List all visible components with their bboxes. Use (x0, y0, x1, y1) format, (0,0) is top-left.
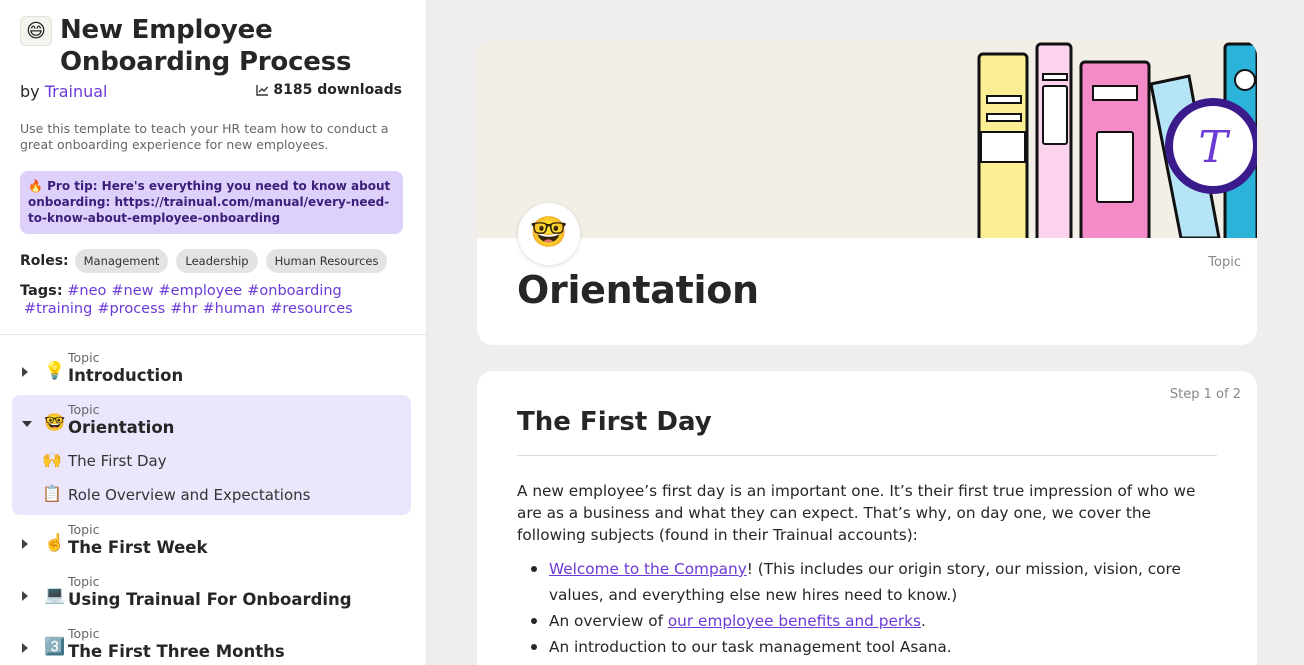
svg-text:T: T (1198, 122, 1231, 173)
list-item: An overview of our employee benefits and… (517, 608, 1217, 634)
step-item-first-day[interactable]: 🙌 The First Day (42, 445, 402, 475)
nerd-face-icon: 🤓 (44, 413, 66, 433)
tag-link[interactable]: #onboarding (247, 283, 342, 299)
tag-link[interactable]: #human (203, 301, 266, 317)
topic-label: Topic (68, 626, 100, 641)
chart-icon (256, 85, 269, 96)
welcome-company-link[interactable]: Welcome to the Company (549, 560, 747, 578)
step-paragraph: A new employee’s first day is an importa… (517, 482, 1196, 544)
template-sidebar: 😄 New Employee Onboarding Process by Tra… (0, 0, 427, 665)
tag-link[interactable]: #resources (270, 301, 352, 317)
caret-right-icon[interactable] (22, 367, 28, 377)
topic-name: The First Week (68, 538, 208, 557)
bullet-text: . (920, 612, 926, 630)
caret-down-icon[interactable] (22, 421, 32, 427)
template-emoji: 😄 (20, 16, 52, 46)
step-divider (517, 455, 1217, 456)
step-name: The First Day (68, 452, 167, 470)
topic-name: Introduction (68, 366, 184, 385)
step-name: Role Overview and Expectations (68, 486, 311, 504)
template-description: Use this template to teach your HR team … (20, 121, 389, 152)
lightbulb-icon: 💡 (44, 361, 66, 381)
topic-name: The First Three Months (68, 642, 285, 661)
downloads-count: 8185 downloads (256, 82, 402, 98)
roles-row: Roles: Management Leadership Human Resou… (20, 249, 388, 273)
bullet-text: An introduction to our task management t… (549, 638, 952, 656)
topic-item-using-trainual[interactable]: 💻 Topic Using Trainual For Onboarding (12, 571, 411, 619)
keycap-three-icon: 3️⃣ (44, 637, 66, 657)
step-content-card: Step 1 of 2 The First Day A new employee… (477, 371, 1257, 665)
topic-item-orientation[interactable]: 🤓 Topic Orientation (12, 399, 411, 447)
template-title: New Employee Onboarding Process (60, 15, 352, 77)
role-pill: Human Resources (265, 249, 388, 273)
topic-emoji: 🤓 (518, 203, 580, 265)
step-item-role-overview[interactable]: 📋 Role Overview and Expectations (42, 479, 402, 509)
author-link[interactable]: Trainual (45, 82, 108, 101)
topic-title: Orientation (517, 268, 759, 312)
tag-link[interactable]: #training (24, 301, 92, 317)
topic-name: Using Trainual For Onboarding (68, 590, 352, 609)
topic-label: Topic (68, 574, 100, 589)
author-byline: by Trainual (20, 82, 108, 101)
topic-label: Topic (68, 522, 100, 537)
laptop-icon: 💻 (44, 585, 66, 605)
pointing-up-icon: ☝️ (44, 533, 66, 553)
topic-item-introduction[interactable]: 💡 Topic Introduction (12, 347, 411, 395)
tag-link[interactable]: #employee (159, 283, 243, 299)
step-bullet-list: Welcome to the Company! (This includes o… (517, 556, 1217, 660)
tag-link[interactable]: #hr (170, 301, 197, 317)
pro-tip-box: 🔥 Pro tip: Here's everything you need to… (20, 171, 403, 234)
topic-item-first-week[interactable]: ☝️ Topic The First Week (12, 519, 411, 567)
step-title: The First Day (517, 407, 712, 437)
sidebar-divider (0, 334, 426, 335)
downloads-text: 8185 downloads (273, 82, 402, 98)
benefits-perks-link[interactable]: our employee benefits and perks (668, 612, 921, 630)
raised-hands-icon: 🙌 (42, 450, 62, 469)
list-item: Welcome to the Company! (This includes o… (517, 556, 1217, 608)
topic-hero-card: T 🤓 Topic Orientation (477, 40, 1257, 345)
step-counter: Step 1 of 2 (1169, 387, 1241, 402)
tags-row: Tags: #neo #new #employee #onboarding #trai… (20, 282, 410, 318)
topic-item-first-three-months[interactable]: 3️⃣ Topic The First Three Months (12, 623, 411, 665)
tag-link[interactable]: #neo (67, 283, 106, 299)
topic-label: Topic (68, 402, 100, 417)
clipboard-icon: 📋 (42, 484, 62, 503)
topic-banner: T (477, 40, 1257, 238)
caret-right-icon[interactable] (22, 643, 28, 653)
topic-label: Topic (68, 350, 100, 365)
caret-right-icon[interactable] (22, 539, 28, 549)
by-prefix: by (20, 82, 40, 101)
role-pill: Leadership (176, 249, 258, 273)
tags-label: Tags: (20, 283, 63, 299)
books-illustration: T (977, 42, 1257, 238)
tag-link[interactable]: #process (97, 301, 165, 317)
list-item: An introduction to our task management t… (517, 634, 1217, 660)
role-pill: Management (74, 249, 169, 273)
roles-label: Roles: (20, 253, 69, 269)
topic-name: Orientation (68, 418, 175, 437)
topic-type-label: Topic (1208, 255, 1241, 270)
caret-right-icon[interactable] (22, 591, 28, 601)
bullet-prefix: An overview of (549, 612, 668, 630)
tag-link[interactable]: #new (111, 283, 153, 299)
